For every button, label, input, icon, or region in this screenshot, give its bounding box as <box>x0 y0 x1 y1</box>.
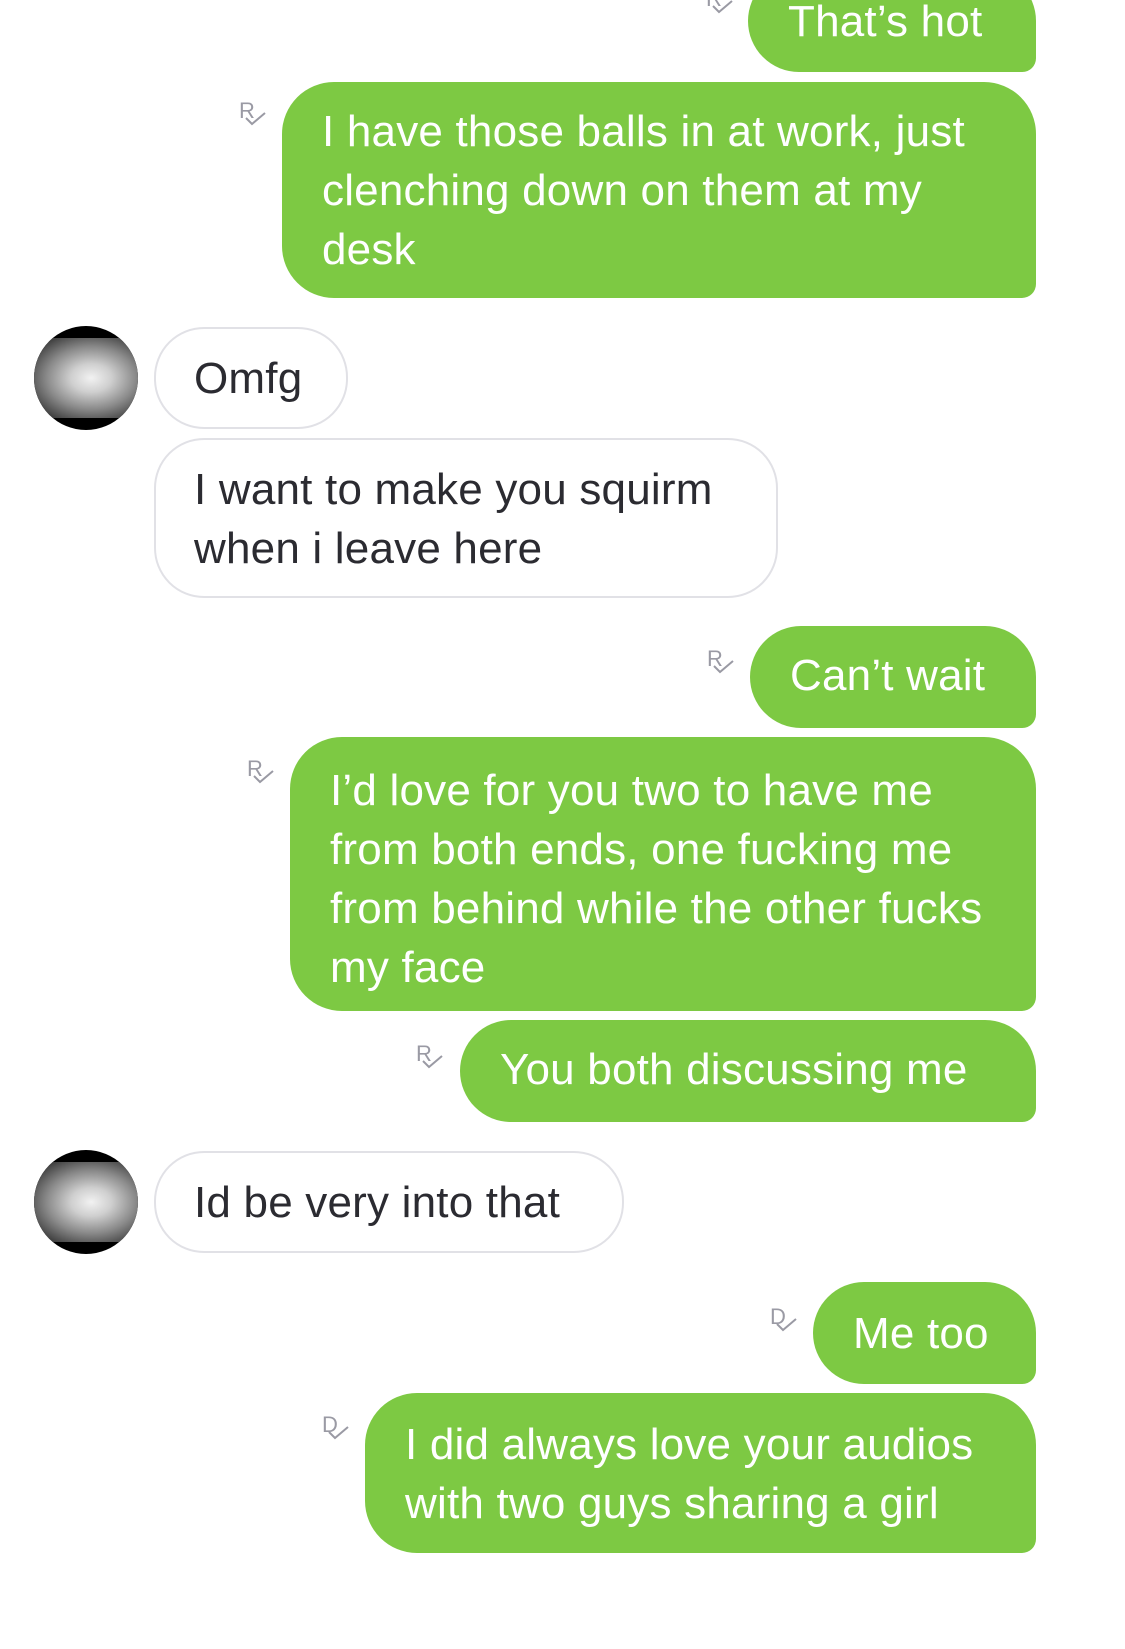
message-bubble-outgoing[interactable]: Can’t wait <box>750 626 1036 728</box>
message-bubble-incoming[interactable]: Id be very into that <box>154 1151 624 1253</box>
message-bubble-outgoing[interactable]: I did always love your audios with two g… <box>365 1393 1036 1553</box>
message-text: I’d love for you two to have me from bot… <box>330 766 983 992</box>
contact-avatar[interactable] <box>34 326 138 430</box>
message-text: I have those balls in at work, just clen… <box>322 107 965 274</box>
contact-avatar[interactable] <box>34 1150 138 1254</box>
message-text: Me too <box>853 1309 989 1358</box>
read-receipt-icon: R <box>245 756 285 798</box>
message-bubble-outgoing[interactable]: That’s hot <box>748 0 1036 72</box>
read-receipt-icon: R <box>705 646 745 688</box>
message-bubble-outgoing[interactable]: I have those balls in at work, just clen… <box>282 82 1036 298</box>
message-text: Omfg <box>194 354 303 403</box>
message-bubble-incoming[interactable]: I want to make you squirm when i leave h… <box>154 438 778 598</box>
delivered-receipt-icon: D <box>768 1304 808 1346</box>
message-text: I did always love your audios with two g… <box>405 1420 974 1528</box>
message-bubble-incoming[interactable]: Omfg <box>154 327 348 429</box>
message-text: Id be very into that <box>194 1178 560 1227</box>
read-receipt-icon: R <box>704 0 744 28</box>
message-bubble-outgoing[interactable]: You both discussing me <box>460 1020 1036 1122</box>
message-bubble-outgoing[interactable]: Me too <box>813 1282 1036 1384</box>
read-receipt-icon: R <box>237 98 277 140</box>
delivered-receipt-icon: D <box>320 1412 360 1454</box>
message-text: Can’t wait <box>790 651 986 700</box>
message-text: That’s hot <box>788 0 983 46</box>
read-receipt-icon: R <box>414 1041 454 1083</box>
message-bubble-outgoing[interactable]: I’d love for you two to have me from bot… <box>290 737 1036 1011</box>
message-text: I want to make you squirm when i leave h… <box>194 465 713 573</box>
message-text: You both discussing me <box>500 1045 968 1094</box>
